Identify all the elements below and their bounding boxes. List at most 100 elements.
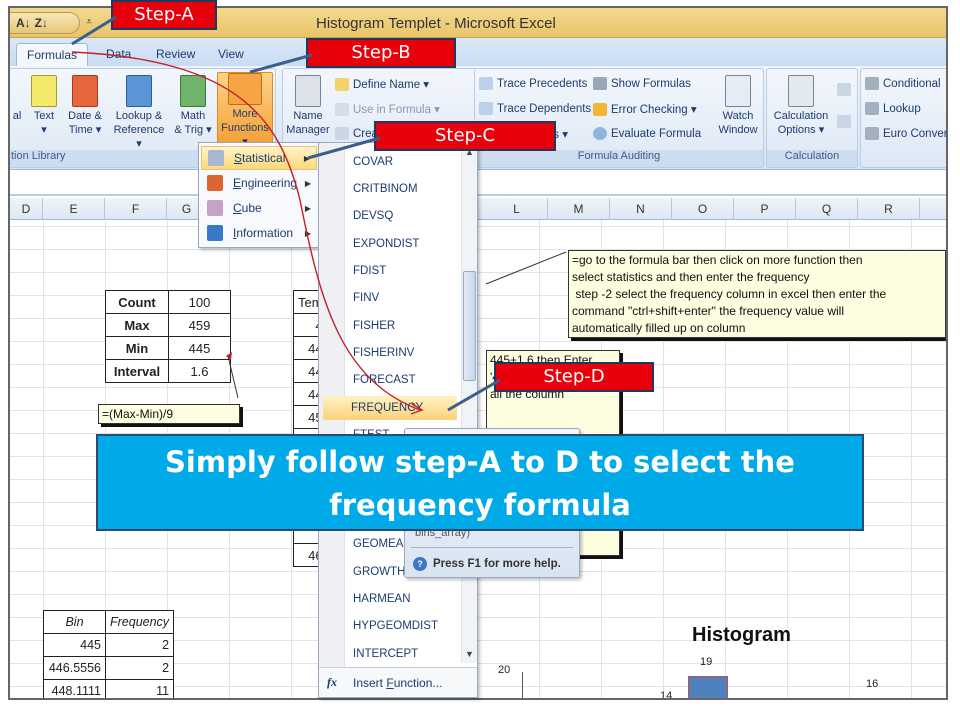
scrollbar-thumb[interactable]	[463, 271, 476, 381]
formula-auditing-group: Trace Precedents Trace Dependents ws ▾ S…	[474, 68, 764, 168]
function-item[interactable]: FISHER	[353, 317, 395, 335]
stats-label[interactable]: Count	[105, 290, 169, 314]
date-book-icon	[72, 75, 98, 107]
sort-ascending-icon[interactable]: A↓	[16, 16, 31, 30]
menu-scrollbar[interactable]: ▲ ▼	[461, 143, 477, 663]
conditional-sum-button[interactable]: Conditional	[865, 77, 941, 90]
lookup-wizard-button[interactable]: Lookup	[865, 102, 921, 115]
bin-cell[interactable]: 448.1111	[43, 679, 106, 698]
bin-cell[interactable]: 445	[43, 633, 106, 657]
column-header-q[interactable]: Q	[796, 198, 858, 220]
histogram-bar[interactable]	[846, 698, 888, 700]
tab-data[interactable]: Data	[96, 43, 141, 66]
evaluate-formula-icon	[593, 127, 607, 140]
function-item[interactable]: HARMEAN	[353, 590, 411, 608]
stats-label[interactable]: Min	[105, 336, 169, 360]
stats-label[interactable]: Interval	[105, 359, 169, 383]
tab-view[interactable]: View	[208, 43, 254, 66]
euro-conversion-button[interactable]: Euro Convers	[865, 127, 946, 140]
stats-value[interactable]: 1.6	[168, 359, 231, 383]
engineering-icon	[207, 175, 223, 191]
data-label: 16	[866, 678, 879, 690]
function-item[interactable]: EXPONDIST	[353, 235, 419, 253]
show-formulas-button[interactable]: Show Formulas	[593, 77, 691, 90]
text-functions-button[interactable]: Text ▾	[29, 75, 59, 137]
column-header-f[interactable]: F	[105, 198, 167, 220]
watch-window-button[interactable]: Watch Window	[715, 75, 761, 137]
y-axis-max-label: 20	[498, 664, 511, 676]
insert-function-item[interactable]: fx Insert Function...	[319, 667, 477, 697]
sort-descending-icon[interactable]: Z↓	[35, 16, 48, 30]
calculation-options-button[interactable]: Calculation Options ▾	[769, 75, 833, 137]
column-header-p[interactable]: P	[734, 198, 796, 220]
instructions-comment: =go to the formula bar then click on mor…	[568, 250, 946, 338]
math-book-icon	[180, 75, 206, 107]
lookup-reference-button[interactable]: Lookup & Reference ▾	[111, 75, 167, 151]
frequency-cell[interactable]: 2	[104, 633, 175, 657]
menu-item-engineering[interactable]: Engineering ▶	[201, 171, 317, 195]
menu-item-information[interactable]: Information ▶	[201, 221, 317, 245]
column-header-e[interactable]: E	[43, 198, 105, 220]
data-label: 19	[700, 656, 713, 668]
stats-value[interactable]: 459	[168, 313, 231, 337]
function-item[interactable]: CRITBINOM	[353, 180, 418, 198]
error-checking-button[interactable]: Error Checking ▾	[593, 102, 697, 116]
trace-dependents-button[interactable]: Trace Dependents	[479, 102, 591, 115]
calculate-now-button[interactable]	[837, 83, 851, 96]
function-item[interactable]: INTERCEPT	[353, 645, 418, 663]
column-header-r[interactable]: R	[858, 198, 920, 220]
define-name-button[interactable]: Define Name ▾	[335, 77, 429, 91]
banner-line: Simply follow step-A to D to select the	[165, 445, 795, 479]
function-item[interactable]: FISHERINV	[353, 344, 414, 362]
frequency-cell[interactable]: 2	[104, 656, 175, 680]
comment-line: automatically filled up on column	[572, 321, 746, 335]
function-item-frequency[interactable]: FREQUENCY	[323, 396, 457, 420]
formula-bar[interactable]	[10, 170, 946, 196]
date-time-button[interactable]: Date & Time ▾	[63, 75, 107, 137]
create-from-selection-button[interactable]: Crea	[335, 127, 378, 140]
use-in-formula-button[interactable]: Use in Formula ▾	[335, 102, 440, 116]
evaluate-formula-button[interactable]: Evaluate Formula	[593, 127, 701, 140]
function-item[interactable]: GROWTH	[353, 563, 405, 581]
function-item[interactable]: GEOMEAN	[353, 535, 412, 553]
column-header-o[interactable]: O	[672, 198, 734, 220]
trace-precedents-button[interactable]: Trace Precedents	[479, 77, 587, 90]
function-item[interactable]: DEVSQ	[353, 207, 393, 225]
function-button-partial[interactable]: al	[10, 109, 25, 123]
data-label: 14	[660, 690, 673, 700]
calculate-sheet-button[interactable]	[837, 115, 851, 128]
function-item[interactable]: HYPGEOMDIST	[353, 617, 438, 635]
frequency-header[interactable]: Frequency	[104, 610, 175, 634]
table-row: Interval 1.6	[105, 359, 231, 383]
math-trig-button[interactable]: Math & Trig ▾	[171, 75, 215, 137]
stats-label[interactable]: Max	[105, 313, 169, 337]
function-item[interactable]: FDIST	[353, 262, 386, 280]
frequency-cell[interactable]: 11	[104, 679, 175, 698]
help-text: Press F1 for more help.	[433, 558, 561, 570]
bin-cell[interactable]: 446.5556	[43, 656, 106, 680]
menu-item-cube[interactable]: Cube ▶	[201, 196, 317, 220]
name-manager-button[interactable]: Name Manager	[285, 75, 331, 137]
bin-header[interactable]: Bin	[43, 610, 106, 634]
function-item[interactable]: FORECAST	[353, 371, 416, 389]
column-header-n[interactable]: N	[610, 198, 672, 220]
histogram-bar[interactable]	[688, 676, 728, 698]
column-headers: D E F G L M N O P Q R	[10, 198, 946, 220]
window-title: Histogram Templet - Microsoft Excel	[316, 15, 556, 32]
customize-qat-icon[interactable]: ⩡	[86, 16, 92, 29]
stats-value[interactable]: 100	[168, 290, 231, 314]
tab-formulas[interactable]: Formulas	[16, 43, 89, 66]
function-item[interactable]: COVAR	[353, 153, 393, 171]
column-header-d[interactable]: D	[10, 198, 43, 220]
menu-item-statistical[interactable]: Statistical ▶	[201, 146, 317, 170]
scroll-down-icon[interactable]: ▼	[465, 649, 474, 659]
more-functions-button[interactable]: MoreFunctions ▾	[217, 72, 273, 148]
column-header-m[interactable]: M	[548, 198, 610, 220]
stats-value[interactable]: 445	[168, 336, 231, 360]
column-header-l[interactable]: L	[486, 198, 548, 220]
chart-title: Histogram	[692, 624, 791, 646]
function-item[interactable]: FINV	[353, 289, 379, 307]
y-axis-line	[522, 672, 523, 698]
error-checking-icon	[593, 102, 607, 116]
tab-review[interactable]: Review	[146, 43, 205, 66]
